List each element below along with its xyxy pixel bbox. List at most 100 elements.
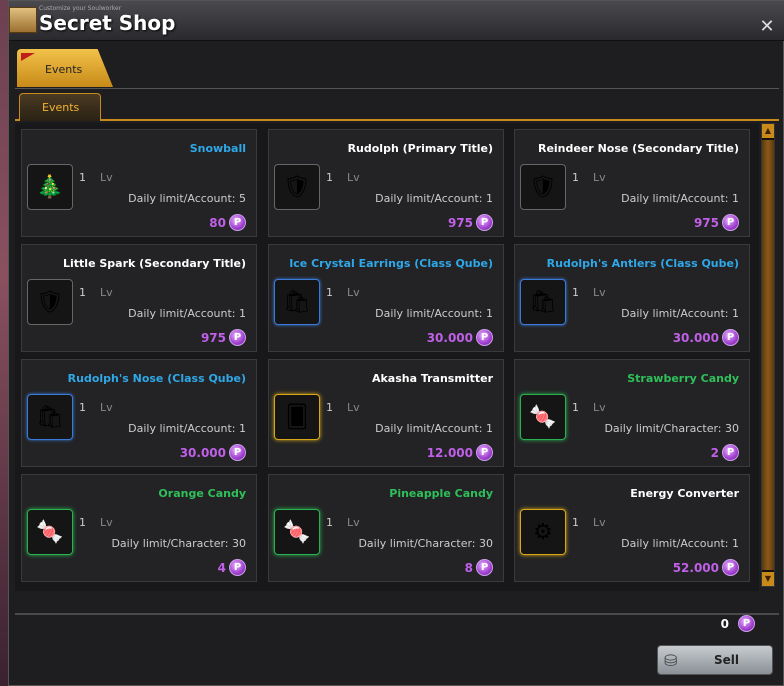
- item-quantity: 1: [326, 401, 333, 414]
- item-price: 12.000: [426, 446, 473, 460]
- item-price: 975: [693, 216, 719, 230]
- shop-item-card[interactable]: Rudolph's Nose (Class Qube) 🛍 1 Lv Daily lim…: [21, 359, 257, 467]
- item-limit: Daily limit/Account: 1: [621, 192, 739, 205]
- item-quantity: 1: [79, 286, 86, 299]
- shop-item-card[interactable]: Orange Candy 🍬 1 Lv Daily limit/Character: 3…: [21, 474, 257, 582]
- sell-button-label: Sell: [714, 653, 740, 667]
- item-level: Lv: [100, 171, 113, 184]
- item-limit: Daily limit/Character: 30: [111, 537, 246, 550]
- title-emblem-icon[interactable]: 🛡: [27, 279, 73, 325]
- shop-item-card[interactable]: Ice Crystal Earrings (Class Qube) 🛍 1 Lv Dai…: [268, 244, 504, 352]
- shop-item-card[interactable]: Rudolph's Antlers (Class Qube) 🛍 1 Lv Daily …: [514, 244, 750, 352]
- scrollbar[interactable]: ▲ ▼: [761, 123, 775, 587]
- energy-converter-icon[interactable]: ⚙: [520, 509, 566, 555]
- snow-globe-icon[interactable]: 🎄: [27, 164, 73, 210]
- scroll-thumb[interactable]: [762, 140, 774, 570]
- item-quantity: 1: [572, 171, 579, 184]
- p-coin-icon: P: [476, 214, 493, 231]
- item-price: 30.000: [672, 331, 719, 345]
- p-coin-icon: P: [229, 329, 246, 346]
- shopping-bag-icon[interactable]: 🛍: [274, 279, 320, 325]
- currency-balance: 0: [720, 617, 729, 631]
- title-emblem-icon[interactable]: 🛡: [274, 164, 320, 210]
- subtab-events[interactable]: Events: [19, 93, 101, 121]
- p-coin-icon: P: [738, 615, 755, 632]
- item-level: Lv: [593, 516, 606, 529]
- window-title: Secret Shop: [39, 11, 176, 35]
- item-level: Lv: [593, 401, 606, 414]
- shop-item-card[interactable]: Rudolph (Primary Title) 🛡 1 Lv Daily limit/A…: [268, 129, 504, 237]
- item-name: Akasha Transmitter: [371, 372, 493, 385]
- item-quantity: 1: [572, 286, 579, 299]
- tab-events-label: Events: [45, 63, 83, 76]
- item-price: 8: [464, 561, 473, 575]
- p-coin-icon: P: [722, 329, 739, 346]
- item-price: 30.000: [179, 446, 226, 460]
- item-level: Lv: [347, 286, 360, 299]
- item-level: Lv: [593, 171, 606, 184]
- shop-item-card[interactable]: Reindeer Nose (Secondary Title) 🛡 1 Lv Daily…: [514, 129, 750, 237]
- main-tab-bar: Events: [15, 45, 779, 89]
- item-price: 4: [217, 561, 226, 575]
- item-name: Strawberry Candy: [627, 372, 739, 385]
- item-price: 975: [200, 331, 226, 345]
- item-price: 52.000: [672, 561, 719, 575]
- candy-icon[interactable]: 🍬: [274, 509, 320, 555]
- scroll-up-arrow-icon[interactable]: ▲: [762, 124, 774, 138]
- item-quantity: 1: [79, 401, 86, 414]
- item-name: Little Spark (Secondary Title): [63, 257, 246, 270]
- item-limit: Daily limit/Account: 1: [375, 192, 493, 205]
- item-name: Snowball: [189, 142, 246, 155]
- shop-item-card[interactable]: Energy Converter ⚙ 1 Lv Daily limit/Account:…: [514, 474, 750, 582]
- item-limit: Daily limit/Account: 1: [375, 422, 493, 435]
- candy-icon[interactable]: 🍬: [520, 394, 566, 440]
- item-quantity: 1: [326, 516, 333, 529]
- subtab-events-label: Events: [42, 101, 80, 114]
- p-coin-icon: P: [476, 559, 493, 576]
- item-quantity: 1: [326, 286, 333, 299]
- shop-item-card[interactable]: Pineapple Candy 🍬 1 Lv Daily limit/Character…: [268, 474, 504, 582]
- item-level: Lv: [100, 401, 113, 414]
- item-limit: Daily limit/Character: 30: [604, 422, 739, 435]
- shop-item-card[interactable]: Akasha Transmitter 🂠 1 Lv Daily limit/Accoun…: [268, 359, 504, 467]
- title-bar[interactable]: Customize your Soulworker Secret Shop ✕: [9, 1, 784, 41]
- item-limit: Daily limit/Account: 1: [128, 422, 246, 435]
- shop-logo-icon: [9, 7, 37, 33]
- item-level: Lv: [347, 516, 360, 529]
- item-level: Lv: [593, 286, 606, 299]
- item-name: Orange Candy: [158, 487, 246, 500]
- p-coin-icon: P: [722, 559, 739, 576]
- shopping-bag-icon[interactable]: 🛍: [27, 394, 73, 440]
- p-coin-icon: P: [722, 444, 739, 461]
- item-limit: Daily limit/Account: 1: [621, 537, 739, 550]
- p-coin-icon: P: [476, 329, 493, 346]
- item-level: Lv: [100, 516, 113, 529]
- item-price: 80: [209, 216, 226, 230]
- item-limit: Daily limit/Account: 1: [375, 307, 493, 320]
- title-emblem-icon[interactable]: 🛡: [520, 164, 566, 210]
- item-name: Ice Crystal Earrings (Class Qube): [289, 257, 493, 270]
- scroll-down-arrow-icon[interactable]: ▼: [762, 572, 774, 586]
- item-quantity: 1: [326, 171, 333, 184]
- shop-item-card[interactable]: Snowball 🎄 1 Lv Daily limit/Account: 5 80 P: [21, 129, 257, 237]
- shopping-bag-icon[interactable]: 🛍: [520, 279, 566, 325]
- shop-item-card[interactable]: Little Spark (Secondary Title) 🛡 1 Lv Daily …: [21, 244, 257, 352]
- akasha-card-icon[interactable]: 🂠: [274, 394, 320, 440]
- tab-events[interactable]: Events: [17, 49, 113, 87]
- sub-tab-bar: Events: [15, 93, 779, 121]
- item-name: Rudolph (Primary Title): [347, 142, 493, 155]
- item-name: Rudolph's Nose (Class Qube): [67, 372, 246, 385]
- item-price: 975: [447, 216, 473, 230]
- sell-button[interactable]: ⛁ Sell: [657, 645, 773, 675]
- item-price: 30.000: [426, 331, 473, 345]
- shop-item-card[interactable]: Strawberry Candy 🍬 1 Lv Daily limit/Characte…: [514, 359, 750, 467]
- item-limit: Daily limit/Account: 5: [128, 192, 246, 205]
- p-coin-icon: P: [229, 444, 246, 461]
- p-coin-icon: P: [229, 559, 246, 576]
- secret-shop-window: Customize your Soulworker Secret Shop ✕ …: [8, 0, 784, 686]
- candy-icon[interactable]: 🍬: [27, 509, 73, 555]
- item-limit: Daily limit/Character: 30: [358, 537, 493, 550]
- new-flag-icon: [21, 53, 35, 61]
- close-icon[interactable]: ✕: [759, 18, 775, 36]
- item-limit: Daily limit/Account: 1: [621, 307, 739, 320]
